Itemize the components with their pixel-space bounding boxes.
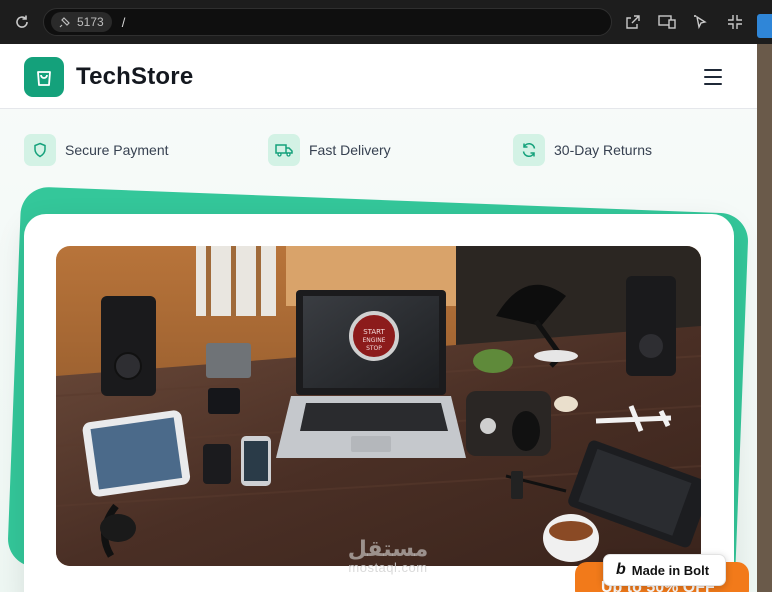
feature-label: Fast Delivery [309,142,391,158]
bolt-logo-icon: b [616,561,626,578]
adjacent-window-edge [757,44,772,592]
brand-name[interactable]: TechStore [76,63,193,91]
hero-desk-image: START ENGINE STOP [56,246,701,566]
feature-label: Secure Payment [65,142,169,158]
mostaql-watermark: مستقل mostaql.com [338,536,438,576]
svg-text:STOP: STOP [366,345,382,352]
svg-text:START: START [363,328,385,336]
open-external-icon[interactable] [621,10,645,34]
feature-30-day-returns: 30-Day Returns [513,134,652,166]
reload-icon[interactable] [10,10,34,34]
feature-strip: Secure Payment Fast Delivery 30-Day Retu… [24,134,744,166]
browser-toolbar: 5173 / [0,0,772,44]
shopping-bag-icon[interactable] [24,57,64,97]
watermark-text: mostaql.com [348,560,428,575]
truck-icon [268,134,300,166]
hamburger-menu-icon[interactable] [700,64,726,90]
plug-icon [59,17,70,28]
bolt-badge-label: Made in Bolt [631,562,710,578]
site-header: TechStore [0,44,757,109]
feature-label: 30-Day Returns [554,142,653,158]
device-preview-icon[interactable] [655,10,679,34]
select-element-icon[interactable] [689,10,713,34]
address-bar[interactable]: 5173 / [43,8,612,36]
refresh-icon [513,134,545,166]
url-path: / [121,14,126,30]
collapse-icon[interactable] [723,10,747,34]
watermark-logo: مستقل [347,536,429,561]
port-chip[interactable]: 5173 [51,12,112,32]
made-in-bolt-badge[interactable]: b Made in Bolt [603,554,726,586]
shield-icon [24,134,56,166]
side-tab-indicator [757,14,772,38]
feature-fast-delivery: Fast Delivery [268,134,391,166]
svg-text:ENGINE: ENGINE [363,337,386,344]
port-number: 5173 [77,15,104,29]
feature-secure-payment: Secure Payment [24,134,169,166]
techstore-page: TechStore Secure Payment Fast Delivery 3… [0,44,757,592]
